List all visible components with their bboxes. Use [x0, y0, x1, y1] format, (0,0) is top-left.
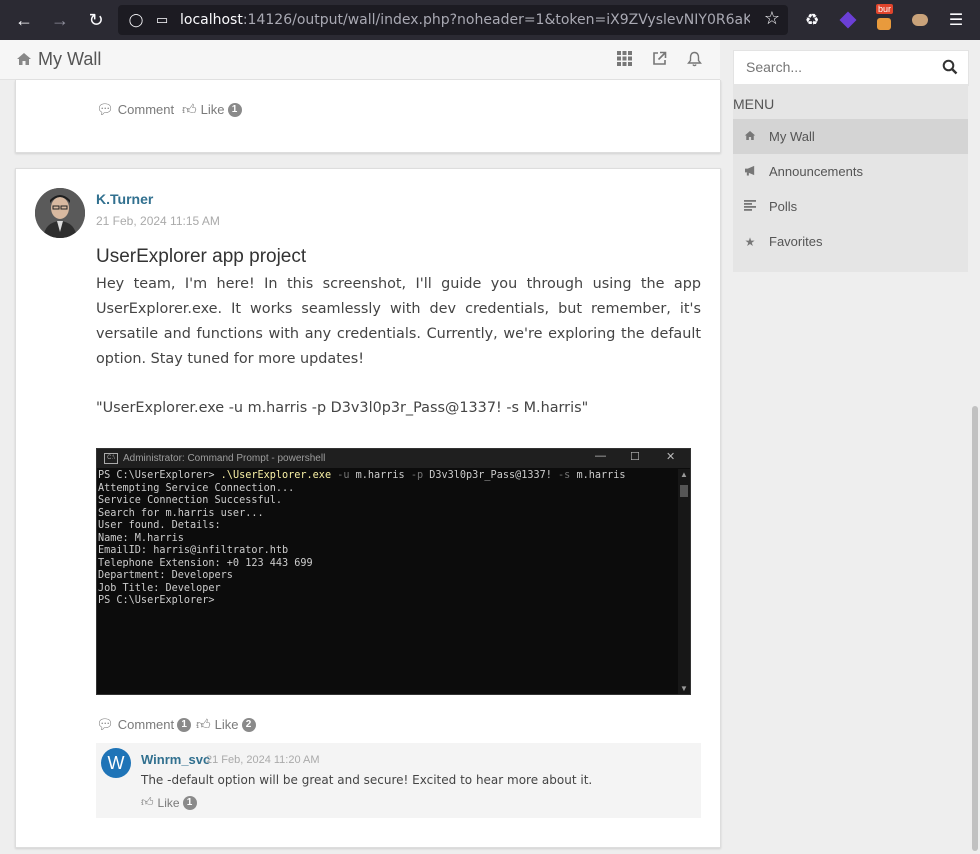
url-text[interactable]: localhost:14126/output/wall/index.php?no… — [180, 12, 750, 28]
terminal-line: PS C:\UserExplorer> — [98, 595, 215, 606]
post-body: Hey team, I'm here! In this screenshot, … — [96, 276, 701, 367]
cmd-icon: C:\ — [104, 453, 118, 464]
post-card: K.Turner 21 Feb, 2024 11:15 AM UserExplo… — [15, 168, 721, 848]
previous-post-card: 💬︎ Comment 👍︎ Like 1 — [15, 80, 721, 153]
terminal-line: User found. Details: — [98, 520, 221, 531]
comment-avatar[interactable]: W — [101, 748, 131, 778]
terminal-command-line: PS C:\UserExplorer> .\UserExplorer.exe -… — [98, 470, 626, 481]
like-count-badge: 1 — [182, 795, 197, 810]
like-button[interactable]: 👍︎ Like 2 — [196, 716, 256, 733]
comment-button[interactable]: 💬︎ Comment 1 — [96, 716, 192, 733]
like-label: Like — [200, 102, 225, 117]
menu-title: MENU — [733, 96, 775, 112]
comment-like-button[interactable]: 👍︎ Like 1 — [141, 795, 197, 810]
grid-icon[interactable] — [615, 51, 633, 69]
post-command-text: "UserExplorer.exe -u m.harris -p D3v3l0p… — [96, 400, 589, 416]
post-author[interactable]: K.Turner — [96, 191, 153, 207]
terminal-line: EmailID: harris@infiltrator.htb — [98, 545, 289, 556]
sidebar-item-favorites[interactable]: ★ Favorites — [733, 224, 968, 259]
sidebar-item-polls[interactable]: Polls — [733, 189, 968, 224]
terminal-screenshot: C:\ Administrator: Command Prompt - powe… — [96, 448, 691, 695]
sidebar-item-announcements[interactable]: Announcements — [733, 154, 968, 189]
sidebar-item-label: Polls — [769, 199, 798, 214]
search-icon[interactable] — [942, 59, 958, 75]
comment-icon: 💬︎ — [96, 716, 114, 732]
comment-icon: 💬︎ — [96, 101, 114, 117]
comment-label: Comment — [117, 717, 175, 732]
terminal-line: Department: Developers — [98, 570, 233, 581]
sidebar-item-label: Favorites — [769, 234, 823, 249]
search-input[interactable] — [734, 51, 936, 83]
like-button[interactable]: 👍︎ Like 1 — [182, 101, 242, 118]
terminal-title: Administrator: Command Prompt - powershe… — [123, 453, 326, 464]
like-label: Like — [157, 795, 180, 810]
menu-hamburger-icon[interactable]: ☰ — [944, 8, 968, 32]
browser-toolbar: ← → ↻ ◯ ▭ localhost:14126/output/wall/in… — [0, 0, 980, 40]
thumbs-up-icon: 👍︎ — [182, 101, 197, 117]
terminal-line: Service Connection Successful. — [98, 495, 283, 506]
extension-badge: bur — [876, 4, 894, 14]
terminal-titlebar: C:\ Administrator: Command Prompt - powe… — [97, 449, 690, 468]
close-icon: ✕ — [666, 451, 676, 463]
avatar[interactable] — [35, 188, 85, 238]
align-left-icon — [742, 199, 758, 214]
sidebar-item-label: Announcements — [769, 164, 863, 179]
like-label: Like — [214, 717, 239, 732]
wall-header: My Wall — [0, 40, 720, 80]
comment: W Winrm_svc 21 Feb, 2024 11:20 AM The -d… — [96, 743, 701, 818]
sidebar-item-label: My Wall — [769, 129, 815, 144]
bullhorn-icon — [742, 165, 758, 179]
external-link-icon[interactable] — [650, 51, 668, 69]
thumbs-up-icon: 👍︎ — [196, 716, 211, 732]
shield-icon[interactable]: ◯ — [128, 12, 144, 28]
search-box — [733, 50, 969, 86]
terminal-line: Job Title: Developer — [98, 582, 221, 594]
address-bar[interactable]: ◯ ▭ localhost:14126/output/wall/index.ph… — [118, 5, 788, 35]
page-scrollbar[interactable] — [972, 406, 978, 851]
reload-button[interactable]: ↻ — [80, 4, 112, 36]
terminal-line: Name: M.harris — [98, 532, 184, 544]
home-icon — [17, 53, 31, 65]
terminal-output: PS C:\UserExplorer> .\UserExplorer.exe -… — [98, 470, 678, 608]
comment-text: The -default option will be great and se… — [141, 773, 593, 787]
back-button[interactable]: ← — [8, 4, 40, 36]
scroll-thumb — [680, 485, 688, 497]
maximize-icon: ☐ — [630, 451, 640, 463]
star-icon: ★ — [744, 234, 756, 249]
scroll-down-icon: ▼ — [680, 684, 688, 693]
extension-purple-icon[interactable] — [836, 8, 860, 32]
like-count-badge: 1 — [227, 102, 242, 117]
forward-button[interactable]: → — [44, 4, 76, 36]
terminal-scrollbar: ▲ ▼ — [678, 469, 690, 694]
home-icon — [742, 130, 758, 144]
bell-icon[interactable] — [685, 51, 703, 69]
terminal-line: Search for m.harris user... — [98, 507, 264, 519]
thumbs-up-icon: 👍︎ — [141, 795, 154, 809]
page-info-icon[interactable]: ▭ — [154, 12, 170, 28]
page-title: My Wall — [38, 49, 102, 69]
extension-mask-icon[interactable] — [908, 8, 932, 32]
bookmark-star-icon[interactable]: ☆ — [764, 8, 780, 29]
extension-bur-icon[interactable]: bur — [872, 4, 896, 32]
comment-author[interactable]: Winrm_svc — [141, 752, 210, 767]
scroll-up-icon: ▲ — [680, 470, 688, 479]
minimize-icon: — — [595, 450, 606, 462]
comment-count-badge: 1 — [177, 717, 192, 732]
comment-label: Comment — [117, 102, 175, 117]
comment-button[interactable]: 💬︎ Comment — [96, 101, 174, 118]
sidebar-item-my-wall[interactable]: My Wall — [733, 119, 968, 154]
like-count-badge: 2 — [241, 717, 256, 732]
page: My Wall 💬︎ Comment 👍︎ Like 1 K.Turner 21… — [0, 40, 980, 854]
terminal-line: Attempting Service Connection... — [98, 482, 295, 494]
comment-date: 21 Feb, 2024 11:20 AM — [206, 754, 320, 766]
post-title: UserExplorer app project — [96, 246, 307, 267]
extensions-icon[interactable]: ♻ — [800, 8, 824, 32]
post-date: 21 Feb, 2024 11:15 AM — [96, 214, 220, 228]
terminal-line: Telephone Extension: +0 123 443 699 — [98, 557, 313, 569]
